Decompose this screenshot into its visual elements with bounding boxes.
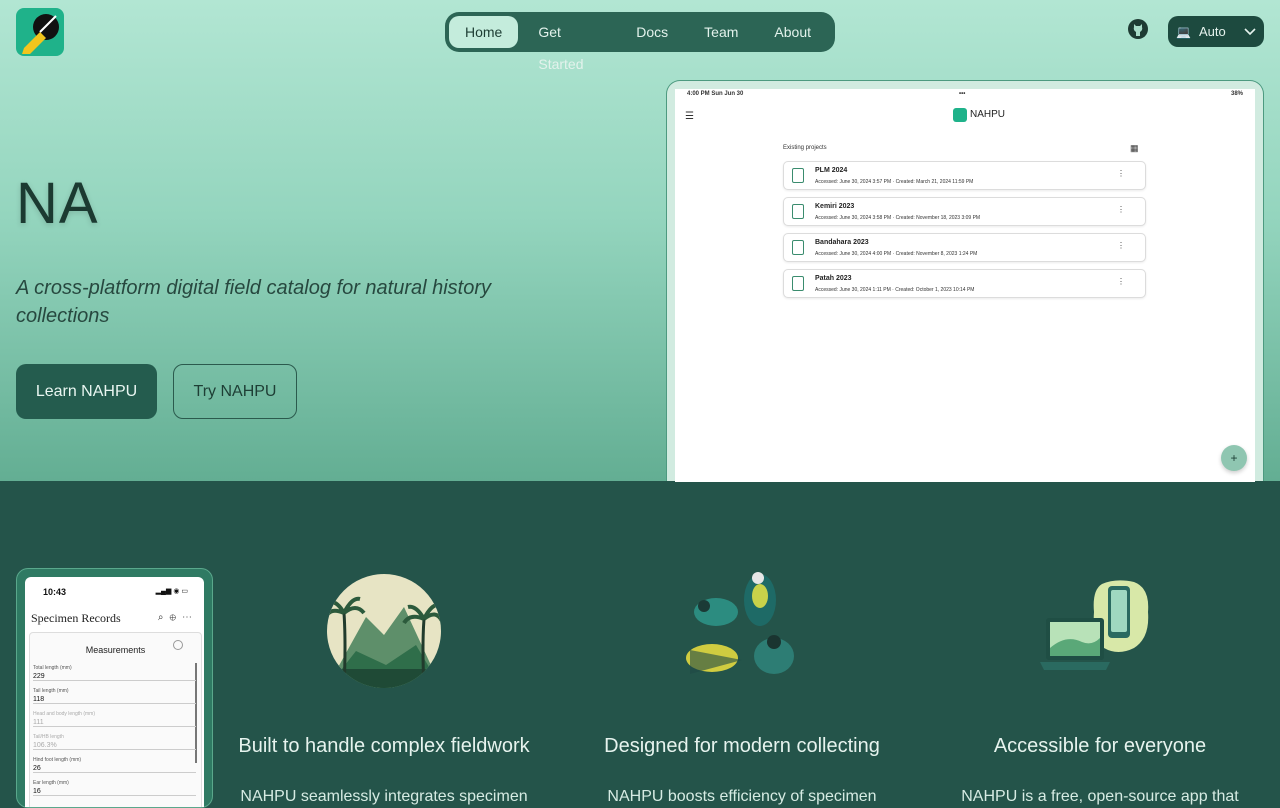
tablet-app-name: NAHPU: [970, 109, 1006, 120]
field-value: 106.3%: [33, 742, 57, 749]
project-meta: Accessed: June 30, 2024 4:00 PM · Create…: [815, 251, 978, 257]
hamburger-menu-icon[interactable]: ☰: [685, 111, 694, 122]
measurements-card: Measurements Total length (mm) 229 Tail …: [29, 632, 202, 807]
field-label: Head and body length (mm): [33, 711, 95, 717]
project-item[interactable]: Bandahara 2023 Accessed: June 30, 2024 4…: [783, 233, 1146, 262]
tablet-status-battery: 38%: [1230, 91, 1243, 97]
tablet-status-left: 4:00 PM Sun Jun 30: [687, 91, 744, 97]
more-vert-icon[interactable]: ⋮: [1117, 205, 1125, 214]
feature-body: NAHPU seamlessly integrates specimen: [240, 788, 528, 805]
app-logo-icon: [953, 108, 967, 122]
add-project-button[interactable]: +: [1221, 445, 1247, 471]
existing-projects-title: Existing projects: [783, 145, 827, 151]
measurement-field: Tail/HB length 106.3%: [33, 734, 196, 750]
field-label: Total length (mm): [33, 665, 72, 671]
project-meta: Accessed: June 30, 2024 3:58 PM · Create…: [815, 215, 981, 221]
phone-screen: 10:43 ▂▄▆ ◉ ▭ Specimen Records ⌕⊕⋯ Measu…: [25, 577, 204, 807]
project-meta: Accessed: June 30, 2024 3:57 PM · Create…: [815, 179, 974, 185]
tablet-status-dots: •••: [959, 91, 966, 97]
feature-body: NAHPU is a free, open-source app that: [961, 788, 1239, 805]
nav-about[interactable]: About: [758, 16, 827, 48]
measurements-title: Measurements: [85, 645, 146, 655]
field-value: 229: [33, 673, 45, 680]
nav-get-started[interactable]: Get Started: [522, 16, 616, 72]
measurement-field[interactable]: Tail length (mm) 118: [33, 688, 196, 704]
laptop-icon: 💻: [1176, 24, 1191, 39]
measurement-field[interactable]: Total length (mm) 229: [33, 665, 196, 681]
field-label: Tail length (mm): [33, 688, 69, 694]
field-label: Ear length (mm): [33, 780, 69, 786]
project-item[interactable]: Patah 2023 Accessed: June 30, 2024 1:11 …: [783, 269, 1146, 298]
feature-body: NAHPU boosts efficiency of specimen: [607, 788, 877, 805]
feature-title: Accessible for everyone: [993, 735, 1207, 757]
phone-title: Specimen Records: [31, 611, 121, 625]
try-nahpu-button[interactable]: Try NAHPU: [173, 364, 297, 419]
field-value: 26: [33, 765, 41, 772]
hero-section: Home Get Started Docs Team About 💻 Auto …: [0, 0, 1280, 482]
project-name: Bandahara 2023: [815, 239, 869, 246]
feature-title: Built to handle complex fieldwork: [238, 735, 530, 757]
field-value: 118: [33, 696, 45, 703]
project-file-icon: [792, 240, 804, 255]
measurement-field[interactable]: Hind foot length (mm) 26: [33, 757, 196, 773]
hero-subtitle: A cross-platform digital field catalog f…: [16, 277, 492, 327]
measurement-field[interactable]: Ear length (mm) 16: [33, 780, 196, 796]
project-item[interactable]: Kemiri 2023 Accessed: June 30, 2024 3:58…: [783, 197, 1146, 226]
grid-view-icon[interactable]: ▦: [1130, 143, 1139, 154]
feature-title: Designed for modern collecting: [604, 735, 880, 757]
learn-nahpu-button[interactable]: Learn NAHPU: [16, 364, 157, 419]
field-value: 111: [33, 719, 44, 726]
animals-illustration-icon: [682, 570, 802, 693]
theme-select[interactable]: 💻 Auto: [1168, 16, 1264, 47]
project-file-icon: [792, 276, 804, 291]
phone-action-icons[interactable]: ⌕⊕⋯: [158, 612, 198, 623]
signal-wifi-battery-icon: ▂▄▆ ◉ ▭: [155, 588, 188, 595]
devices-icon: [1038, 578, 1152, 681]
more-vert-icon[interactable]: ⋮: [1117, 277, 1125, 286]
github-icon[interactable]: [1127, 18, 1149, 40]
project-file-icon: [792, 204, 804, 219]
project-file-icon: [792, 168, 804, 183]
project-meta: Accessed: June 30, 2024 1:11 PM · Create…: [815, 287, 975, 293]
more-vert-icon[interactable]: ⋮: [1117, 169, 1125, 178]
nav-home[interactable]: Home: [449, 16, 519, 48]
project-name: Patah 2023: [815, 275, 852, 282]
measurement-field: Head and body length (mm) 111: [33, 711, 196, 727]
project-name: Kemiri 2023: [815, 203, 855, 210]
project-item[interactable]: PLM 2024 Accessed: June 30, 2024 3:57 PM…: [783, 161, 1146, 190]
main-nav: Home Get Started Docs Team About: [445, 12, 835, 72]
project-name: PLM 2024: [815, 167, 848, 174]
more-vert-icon[interactable]: ⋮: [1117, 241, 1125, 250]
nav-team[interactable]: Team: [688, 16, 754, 48]
chevron-down-icon: [1244, 24, 1256, 39]
phone-time: 10:43: [43, 587, 67, 597]
tablet-screen: 4:00 PM Sun Jun 30 ••• 38% ☰ NAHPU Exist…: [675, 89, 1255, 482]
theme-select-value: Auto: [1198, 24, 1226, 39]
pen-logo-icon[interactable]: [16, 8, 64, 56]
nav-docs[interactable]: Docs: [620, 16, 684, 48]
phone-screenshot: 10:43 ▂▄▆ ◉ ▭ Specimen Records ⌕⊕⋯ Measu…: [16, 568, 213, 808]
field-label: Hind foot length (mm): [33, 757, 82, 763]
field-label: Tail/HB length: [33, 734, 64, 740]
tablet-screenshot: 4:00 PM Sun Jun 30 ••• 38% ☰ NAHPU Exist…: [666, 80, 1264, 482]
field-value: 16: [33, 788, 41, 795]
mountain-palm-icon: [326, 573, 442, 694]
hero-title: NA: [16, 171, 99, 236]
